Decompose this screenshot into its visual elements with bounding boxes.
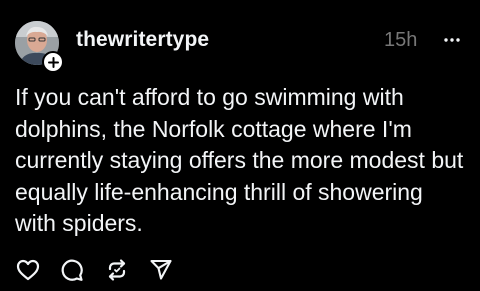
reply-button[interactable] [59,257,85,283]
comment-icon [61,259,83,281]
like-button[interactable] [15,257,41,283]
repost-icon [108,259,126,281]
share-button[interactable] [148,257,174,283]
thread-post: thewritertype 15h If you can't afford to… [0,0,480,291]
heart-icon [16,259,40,281]
post-timestamp: 15h [384,29,418,51]
send-icon [150,259,172,280]
plus-icon [47,56,59,68]
avatar-container[interactable] [15,21,64,73]
post-body: If you can't afford to go swimming with … [15,84,464,236]
more-horizontal-icon [444,38,460,42]
more-options-button[interactable] [440,30,464,50]
repost-button[interactable] [104,257,130,283]
username[interactable]: thewritertype [76,28,209,52]
follow-button[interactable] [42,51,64,73]
